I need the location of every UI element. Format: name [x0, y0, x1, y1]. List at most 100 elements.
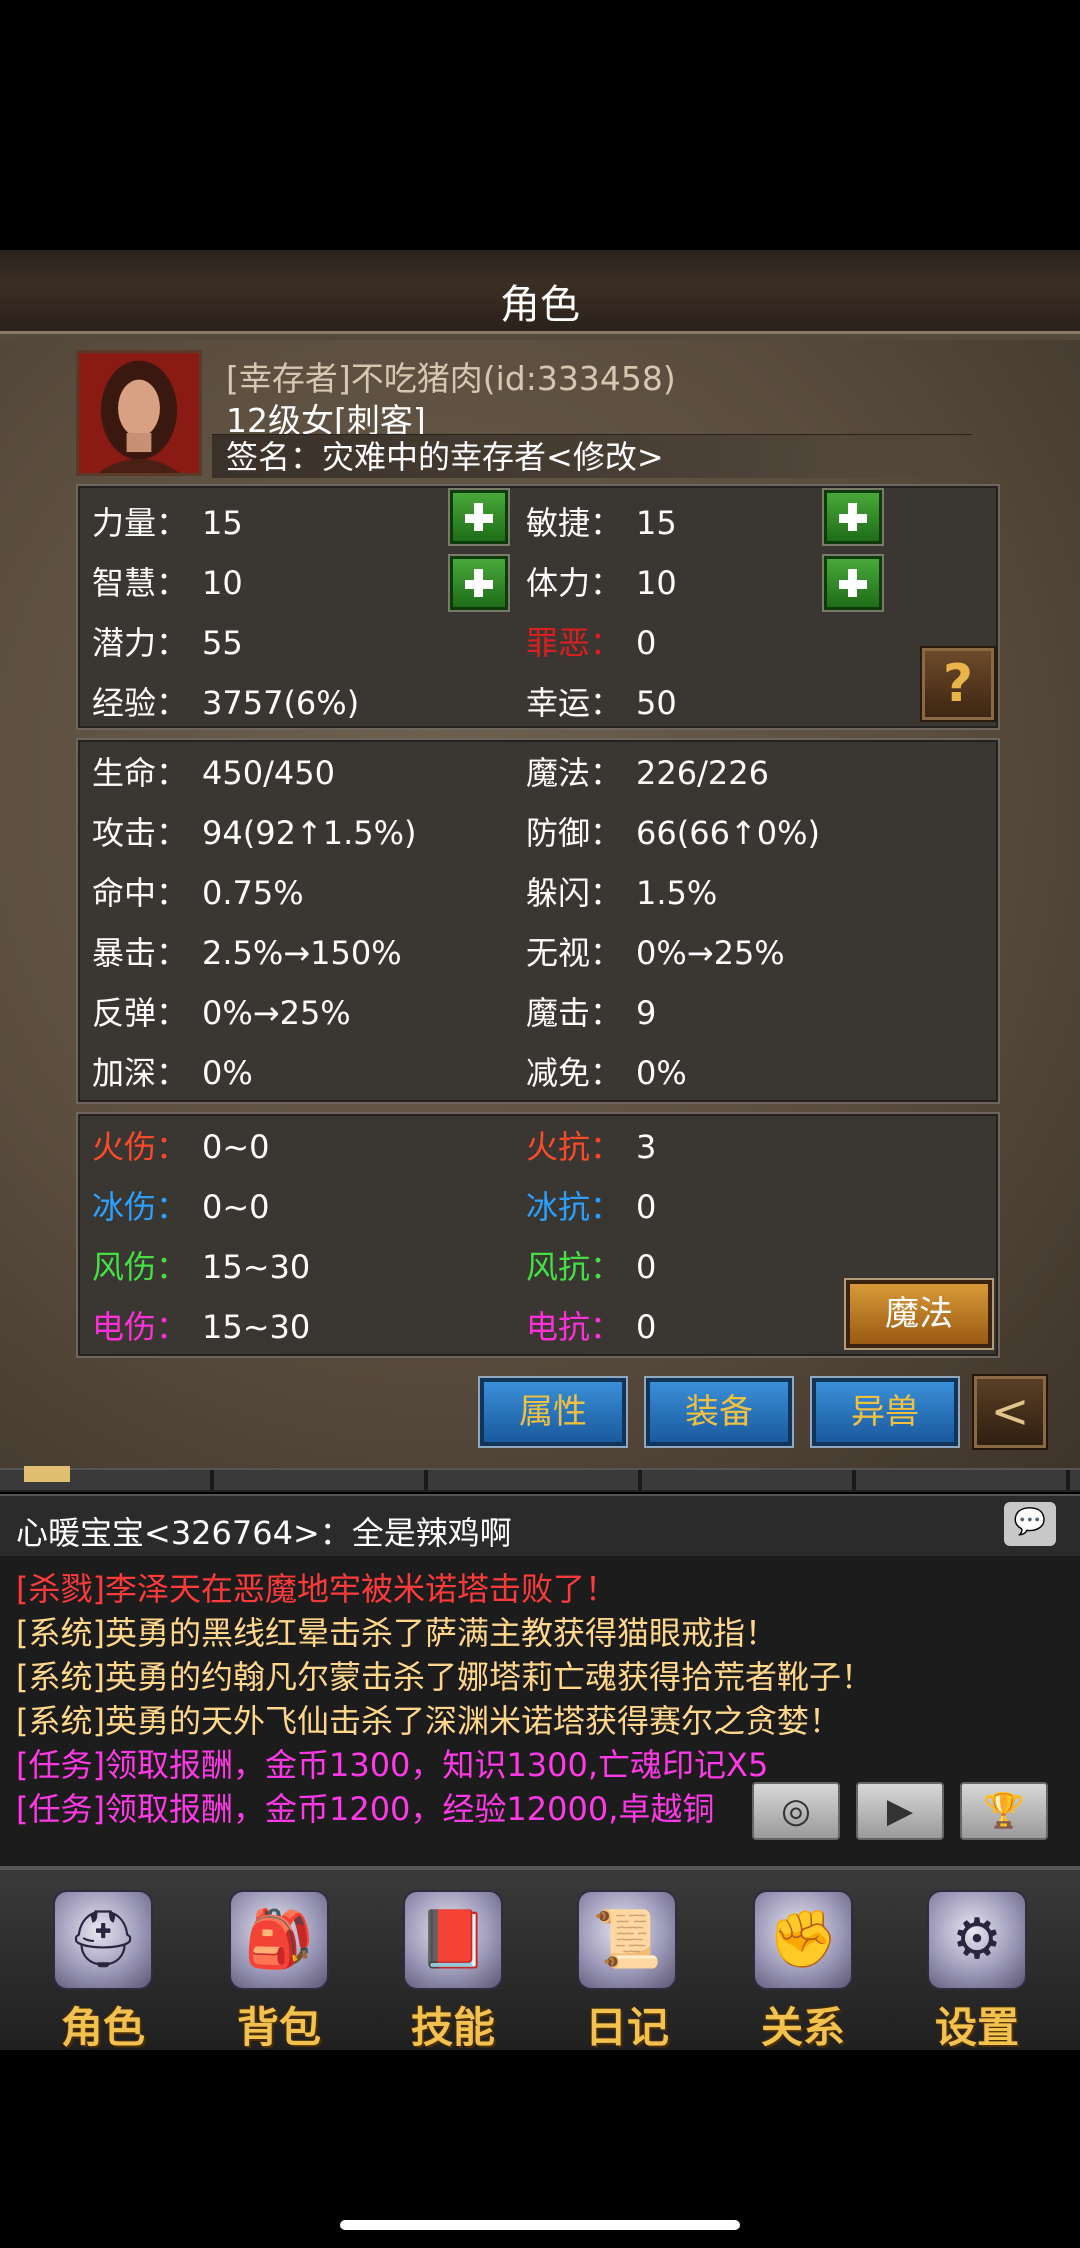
chat-message: [任务]领取报酬，金币1300，知识1300,亡魂印记X5 — [16, 1746, 769, 1784]
magic-button[interactable]: 魔法 — [844, 1278, 994, 1350]
stat-value: 15~30 — [202, 1308, 311, 1346]
stat-label: 幸运： — [526, 684, 623, 722]
add-strength-button[interactable] — [448, 488, 510, 546]
tab-attributes[interactable]: 属性 — [478, 1376, 628, 1448]
compass-icon[interactable]: ◎ — [752, 1782, 840, 1840]
stat-label: 体力： — [526, 564, 623, 602]
stat-label: 电抗： — [526, 1308, 623, 1346]
nav-item-relations[interactable]: ✊ 关系 — [716, 1870, 890, 2052]
nav-item-backpack[interactable]: 🎒 背包 — [192, 1870, 366, 2052]
add-agility-button[interactable] — [822, 488, 884, 546]
chat-message: [杀戮]李泽天在恶魔地牢被米诺塔击败了！ — [16, 1570, 617, 1608]
chat-player-message: 心暖宝宝<326764>：全是辣鸡啊 — [16, 1514, 512, 1552]
add-stamina-button[interactable] — [822, 554, 884, 612]
combat-stats-box: 生命： 450/450 魔法： 226/226 攻击： 94(92↑1.5%) … — [76, 738, 1000, 1104]
chat-message: [任务]领取报酬，金币1200，经验12000,卓越铜 — [16, 1790, 715, 1828]
stat-value: 50 — [636, 684, 677, 722]
nav-item-diary[interactable]: 📜 日记 — [540, 1870, 714, 2052]
stat-label: 潜力： — [92, 624, 189, 662]
avatar[interactable] — [76, 350, 202, 476]
stat-value: 15 — [636, 504, 677, 542]
stat-label: 命中： — [92, 874, 189, 912]
stat-label: 电伤： — [92, 1308, 189, 1346]
stat-label: 躲闪： — [526, 874, 623, 912]
stat-value: 15~30 — [202, 1248, 311, 1286]
stat-label: 攻击： — [92, 814, 189, 852]
stat-label: 智慧： — [92, 564, 189, 602]
stat-value: 0 — [636, 1248, 657, 1286]
stat-label: 魔击： — [526, 994, 623, 1032]
backpack-icon: 🎒 — [229, 1890, 329, 1990]
stat-value: 66(66↑0%) — [636, 814, 820, 852]
title-bar: 角色 — [0, 250, 1080, 340]
chat-message: [系统]英勇的天外飞仙击杀了深渊米诺塔获得赛尔之贪婪！ — [16, 1702, 841, 1740]
chat-bubble-icon[interactable]: 💬 — [1004, 1502, 1056, 1546]
stat-label: 火伤： — [92, 1128, 189, 1166]
scroll-icon: 📜 — [577, 1890, 677, 1990]
stat-value: 226/226 — [636, 754, 769, 792]
stat-value: 2.5%→150% — [202, 934, 402, 972]
stat-label: 反弹： — [92, 994, 189, 1032]
trophy-icon[interactable]: 🏆 — [960, 1782, 1048, 1840]
stat-label: 力量： — [92, 504, 189, 542]
nav-item-settings[interactable]: ⚙ 设置 — [890, 1870, 1064, 2052]
stat-label: 罪恶： — [526, 624, 623, 662]
stat-label: 防御： — [526, 814, 623, 852]
tab-equipment[interactable]: 装备 — [644, 1376, 794, 1448]
stat-label: 暴击： — [92, 934, 189, 972]
stat-value: 0%→25% — [202, 994, 351, 1032]
stat-value: 0% — [636, 1054, 687, 1092]
stat-value: 94(92↑1.5%) — [202, 814, 417, 852]
base-stats-box: 力量： 15 敏捷： 15 智慧： 10 体力： 10 潜力： 55 罪恶： 0… — [76, 484, 1000, 730]
stat-value: 55 — [202, 624, 243, 662]
stat-label: 生命： — [92, 754, 189, 792]
chat-message: [系统]英勇的黑线红晕击杀了萨满主教获得猫眼戒指！ — [16, 1614, 777, 1652]
stat-label: 冰伤： — [92, 1188, 189, 1226]
stat-value: 0 — [636, 1188, 657, 1226]
panel-divider — [0, 1466, 1080, 1492]
stat-label: 加深： — [92, 1054, 189, 1092]
tab-beast[interactable]: 异兽 — [810, 1376, 960, 1448]
help-button[interactable]: ? — [920, 646, 996, 722]
chat-tab-marker[interactable] — [24, 1466, 70, 1482]
nav-label: 设置 — [934, 2003, 1019, 2052]
stat-label: 风抗： — [526, 1248, 623, 1286]
stat-value: 450/450 — [202, 754, 335, 792]
character-name: [幸存者]不吃猪肉(id:333458) — [226, 359, 676, 398]
spellbook-icon: 📕 — [403, 1890, 503, 1990]
helmet-icon: ⛑ — [53, 1890, 153, 1990]
gauntlet-icon: ✊ — [753, 1890, 853, 1990]
stat-value: 0.75% — [202, 874, 304, 912]
back-button[interactable]: < — [972, 1374, 1048, 1450]
stat-value: 9 — [636, 994, 657, 1032]
stat-value: 0~0 — [202, 1188, 270, 1226]
nav-item-skills[interactable]: 📕 技能 — [366, 1870, 540, 2052]
nav-label: 背包 — [236, 2003, 321, 2052]
stat-value: 0 — [636, 1308, 657, 1346]
bottom-nav: ⛑ 角色 🎒 背包 📕 技能 📜 日记 ✊ 关系 ⚙ 设置 — [0, 1866, 1080, 2052]
character-portrait-icon — [79, 353, 199, 473]
home-indicator[interactable] — [340, 2220, 740, 2230]
stat-label: 风伤： — [92, 1248, 189, 1286]
gear-icon: ⚙ — [927, 1890, 1027, 1990]
stat-value: 0% — [202, 1054, 253, 1092]
chat-message: [系统]英勇的约翰凡尔蒙击杀了娜塔莉亡魂获得拾荒者靴子！ — [16, 1658, 873, 1696]
stat-label: 冰抗： — [526, 1188, 623, 1226]
play-icon[interactable]: ▶ — [856, 1782, 944, 1840]
stat-label: 火抗： — [526, 1128, 623, 1166]
nav-label: 日记 — [584, 2003, 669, 2052]
stat-label: 减免： — [526, 1054, 623, 1092]
stat-value: 3757(6%) — [202, 684, 360, 722]
stat-value: 10 — [202, 564, 243, 602]
nav-item-character[interactable]: ⛑ 角色 — [16, 1870, 190, 2052]
add-wisdom-button[interactable] — [448, 554, 510, 612]
stat-value: 0~0 — [202, 1128, 270, 1166]
stat-value: 0%→25% — [636, 934, 785, 972]
stat-label: 无视： — [526, 934, 623, 972]
nav-label: 角色 — [60, 2003, 145, 2052]
nav-label: 技能 — [410, 2003, 495, 2052]
stat-label: 经验： — [92, 684, 189, 722]
stat-value: 1.5% — [636, 874, 718, 912]
signature-edit[interactable]: 签名：灾难中的幸存者<修改> — [212, 434, 972, 478]
stat-value: 0 — [636, 624, 657, 662]
